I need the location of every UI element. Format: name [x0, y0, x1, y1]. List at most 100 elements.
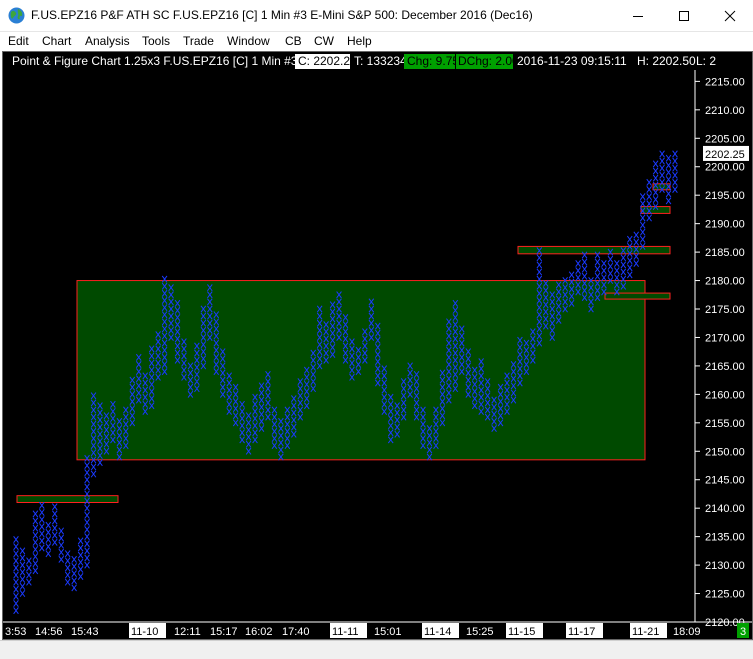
close-button[interactable]: [707, 0, 753, 31]
pf-x-marks: [646, 178, 652, 222]
date-label: 11-15: [508, 626, 535, 638]
price-label: 2195.00: [705, 190, 745, 202]
pf-column: [51, 503, 58, 546]
time-label: 12:11: [174, 626, 201, 638]
pf-column: [32, 510, 39, 575]
chart-header-name: Point & Figure Chart 1.25x3 F.US.EPZ16 […: [12, 54, 298, 68]
pf-x-marks: [58, 527, 65, 563]
pf-x-marks: [13, 535, 19, 615]
menu-trade[interactable]: Trade: [183, 34, 214, 48]
price-label: 2215.00: [705, 76, 745, 88]
pf-x-marks: [665, 154, 672, 205]
title-bar: F.US.EPZ16 P&F ATH SC F.US.EPZ16 [C] 1 M…: [0, 0, 753, 32]
status-bar: [0, 640, 753, 659]
time-label: 15:01: [374, 626, 402, 638]
price-label: 2135.00: [705, 532, 745, 544]
tick-count: T: 133234: [354, 54, 407, 68]
pf-x-marks: [51, 503, 58, 546]
price-label: 2155.00: [705, 418, 745, 430]
pf-column: [626, 235, 633, 279]
bar-datetime: 2016-11-23 09:15:11: [517, 54, 627, 68]
price-label: 2150.00: [705, 446, 745, 458]
minimize-icon: [633, 15, 643, 17]
price-label: 2190.00: [705, 219, 745, 231]
date-label: 11-21: [632, 626, 659, 638]
date-label: 11-11: [332, 626, 359, 638]
pf-x-marks: [672, 150, 678, 194]
time-label: 15:25: [466, 626, 494, 638]
pf-x-marks: [45, 521, 52, 558]
menu-edit[interactable]: Edit: [8, 34, 29, 48]
pf-column: [45, 521, 52, 558]
pf-column: [77, 537, 84, 580]
maximize-button[interactable]: [661, 0, 707, 31]
price-label: 2165.00: [705, 361, 745, 373]
pf-column: [19, 547, 26, 598]
price-label: 2125.00: [705, 589, 745, 601]
support-resistance-zone[interactable]: [640, 206, 671, 214]
date-label: 11-14: [424, 626, 451, 638]
time-label: 3:53: [5, 626, 26, 638]
pf-x-marks: [32, 510, 39, 575]
price-label: 2160.00: [705, 389, 745, 401]
pf-column: [665, 154, 672, 205]
close-value: C: 2202.25: [298, 54, 357, 68]
menu-cb[interactable]: CB: [285, 34, 302, 48]
time-label: 15:17: [210, 626, 238, 638]
status-indicator-label: 3: [740, 626, 746, 638]
price-label: 2170.00: [705, 332, 745, 344]
price-label: 2180.00: [705, 276, 745, 288]
pf-x-marks: [39, 501, 45, 552]
maximize-icon: [679, 10, 689, 21]
close-icon: [724, 10, 736, 21]
minimize-button[interactable]: [615, 0, 661, 31]
pf-column: [39, 501, 45, 552]
pf-column: [639, 193, 646, 250]
pf-x-marks: [64, 550, 71, 586]
time-label: 18:09: [673, 626, 701, 638]
high-value: H: 2202.50: [637, 54, 696, 68]
price-label: 2140.00: [705, 503, 745, 515]
price-label: 2205.00: [705, 133, 745, 145]
time-label: 16:02: [245, 626, 273, 638]
menu-cw[interactable]: CW: [314, 34, 334, 48]
price-label: 2130.00: [705, 560, 745, 572]
pf-x-marks: [19, 547, 26, 598]
chart-window[interactable]: Point & Figure Chart 1.25x3 F.US.EPZ16 […: [2, 51, 753, 640]
daily-change-value: DChg: 2.00: [458, 54, 519, 68]
pf-column: [13, 535, 19, 615]
menu-tools[interactable]: Tools: [142, 34, 170, 48]
pf-x-marks: [626, 235, 633, 279]
pf-x-marks: [639, 193, 646, 250]
pf-column: [84, 454, 90, 569]
pf-column: [672, 150, 678, 194]
menu-help[interactable]: Help: [347, 34, 372, 48]
price-label: 2200.00: [705, 162, 745, 174]
price-label: 2185.00: [705, 247, 745, 259]
menu-chart[interactable]: Chart: [42, 34, 71, 48]
point-figure-chart[interactable]: Point & Figure Chart 1.25x3 F.US.EPZ16 […: [3, 52, 752, 639]
pf-column: [71, 555, 77, 592]
menu-bar: Edit Chart Analysis Tools Trade Window C…: [0, 32, 753, 51]
price-label: 2175.00: [705, 304, 745, 316]
pf-column: [26, 557, 32, 586]
pf-x-marks: [71, 555, 77, 592]
pf-column: [58, 527, 65, 563]
menu-analysis[interactable]: Analysis: [85, 34, 130, 48]
globe-icon[interactable]: [8, 7, 25, 24]
pf-column: [64, 550, 71, 586]
price-label: 2210.00: [705, 105, 745, 117]
price-label: 2145.00: [705, 475, 745, 487]
date-label: 11-10: [131, 626, 158, 638]
pf-x-marks: [26, 557, 32, 586]
low-value: L: 2: [696, 54, 716, 68]
pf-x-marks: [84, 454, 90, 569]
support-resistance-zone[interactable]: [16, 495, 119, 503]
pf-x-marks: [77, 537, 84, 580]
menu-window[interactable]: Window: [227, 34, 270, 48]
time-label: 17:40: [282, 626, 310, 638]
time-label: 14:56: [35, 626, 63, 638]
last-price-label: 2202.25: [705, 149, 745, 161]
window-title: F.US.EPZ16 P&F ATH SC F.US.EPZ16 [C] 1 M…: [31, 8, 533, 22]
pf-column: [646, 178, 652, 222]
